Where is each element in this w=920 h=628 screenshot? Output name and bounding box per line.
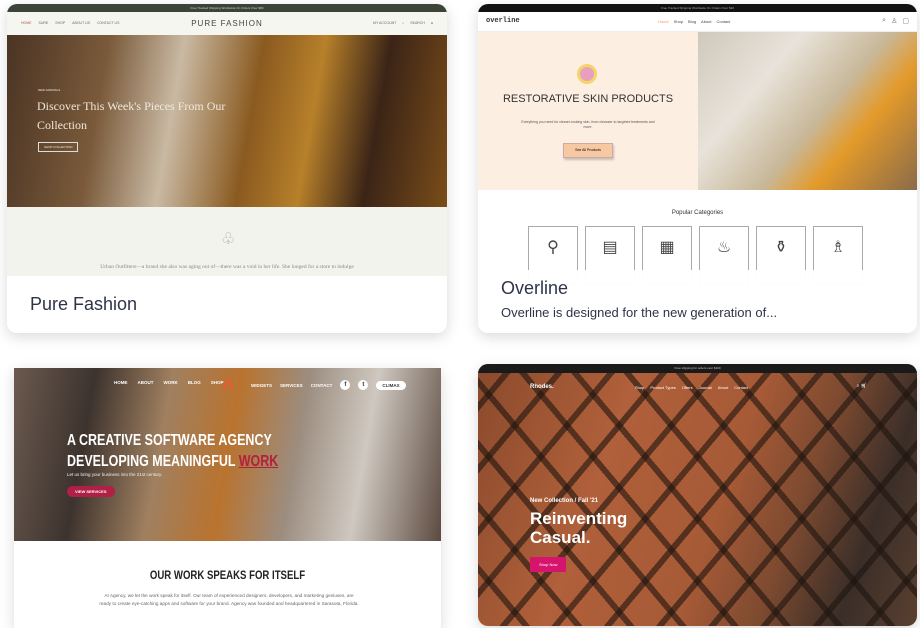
announcement-bar: Free Tracked Shipping Worldwide On Order… bbox=[7, 4, 447, 12]
preview-nav: HOME SURE SHOP ABOUT US CONTACT US PURE FASH… bbox=[7, 12, 447, 35]
card-footer: Pure Fashion bbox=[7, 276, 447, 333]
hero-headline: RESTORATIVE SKIN PRODUCTS bbox=[502, 93, 674, 105]
nav-item: SEARCH bbox=[410, 21, 425, 25]
hero-image: NEW ARRIVALS Discover This Week's Pieces… bbox=[7, 35, 447, 207]
card-title[interactable]: Overline bbox=[501, 278, 568, 299]
hero-headline: A CREATIVE SOFTWARE AGENCY DEVELOPING MEA… bbox=[67, 430, 278, 472]
nav-item: WORK bbox=[163, 380, 178, 385]
hero-headline: Reinventing Casual. bbox=[530, 509, 628, 547]
nav-item: About bbox=[717, 385, 729, 390]
headline-line: A CREATIVE SOFTWARE AGENCY bbox=[67, 432, 272, 449]
announcement-bar: Free shipping for orders over $100 bbox=[478, 364, 917, 373]
categories-title: Popular Categories bbox=[671, 210, 724, 216]
logo: Rhodes. bbox=[530, 384, 554, 390]
hero-panel: RESTORATIVE SKIN PRODUCTS Everything you… bbox=[478, 32, 698, 190]
preview-nav: overline Home Shop Blog About Contact ⌕ ♙ ▢ bbox=[478, 12, 917, 32]
nav-item: SERVICES bbox=[280, 382, 303, 388]
nav-pill: CLIMAX bbox=[376, 380, 406, 390]
facebook-icon: f bbox=[340, 380, 351, 390]
quote: Urban Outfitters—a brand she also was ag… bbox=[100, 264, 354, 270]
see-products-button: See All Products bbox=[563, 143, 613, 158]
nav-item: BLOG bbox=[187, 380, 201, 385]
nav-item: Shop bbox=[635, 385, 645, 390]
hero-image bbox=[698, 32, 917, 190]
hero-headline: Discover This Week's Pieces From Our Col… bbox=[37, 99, 226, 132]
nav-item: Offers bbox=[681, 385, 693, 390]
cart-icon: ● bbox=[430, 21, 433, 25]
twitter-icon: t bbox=[358, 380, 369, 390]
shop-now-button: Shop Now bbox=[530, 557, 567, 572]
hero-tag: NEW ARRIVALS bbox=[38, 88, 61, 92]
search-icon: ⌕ bbox=[882, 17, 887, 24]
nav-item: CONTACT bbox=[310, 382, 333, 388]
nav-item: ABOUT bbox=[137, 380, 154, 385]
card-footer: Overline Overline is designed for the ne… bbox=[478, 270, 917, 333]
cart-icon: ▢ bbox=[902, 18, 909, 25]
hero-tag: New Collection / Fall '21 bbox=[530, 498, 599, 504]
user-icon: ♙ bbox=[891, 18, 898, 25]
nav-item: Shop bbox=[673, 19, 684, 24]
fence-overlay bbox=[478, 364, 917, 626]
nav-item: MY ACCOUNT bbox=[373, 21, 397, 25]
theme-card-rhodes[interactable]: Free shipping for orders over $100 Rhode… bbox=[478, 364, 917, 626]
agency-logo-icon: Λ bbox=[222, 375, 235, 395]
hero-image: HOME ABOUT WORK BLOG SHOP Λ WIDGETS SERVICES C… bbox=[14, 368, 441, 541]
logo: overline bbox=[486, 17, 520, 25]
card-description: Overline is designed for the new generat… bbox=[501, 305, 778, 320]
logo-mark-icon: ♧ bbox=[221, 231, 236, 248]
hero-subtext: Let us bring your business into the 21st… bbox=[67, 472, 163, 477]
section-text: At Agency, we let the work speak for its… bbox=[99, 593, 359, 606]
badge-icon bbox=[577, 64, 597, 84]
hero-subtext: Everything you need for clearer-looking … bbox=[521, 120, 655, 129]
headline-accent: WORK bbox=[238, 453, 279, 470]
theme-card-overline[interactable]: Free Tracked Shipping Worldwide On Order… bbox=[478, 4, 917, 333]
section-title: OUR WORK SPEAKS FOR ITSELF bbox=[149, 568, 306, 582]
nav-item: WIDGETS bbox=[251, 382, 272, 388]
nav-item: About bbox=[701, 19, 712, 24]
nav-item: HOME bbox=[114, 380, 128, 385]
card-title[interactable]: Pure Fashion bbox=[30, 294, 137, 315]
theme-card-pure-fashion[interactable]: Free Tracked Shipping Worldwide On Order… bbox=[7, 4, 447, 333]
header-icons: ⌕ 🛒︎ bbox=[856, 383, 867, 389]
nav-item: Product Types bbox=[650, 385, 676, 390]
headline-line: DEVELOPING MEANINGFUL bbox=[67, 453, 236, 470]
preview-nav-right: WIDGETS SERVICES CONTACT f t CLIMAX bbox=[251, 380, 406, 390]
search-icon: ⌕ bbox=[856, 383, 860, 389]
search-icon: ⌕ bbox=[402, 21, 405, 25]
preview-nav-left: HOME ABOUT WORK BLOG SHOP bbox=[114, 380, 224, 385]
announcement-bar: Free Tracked Shipping Worldwide On Order… bbox=[478, 4, 917, 12]
theme-card-agency[interactable]: HOME ABOUT WORK BLOG SHOP Λ WIDGETS SERVICES C… bbox=[14, 368, 441, 628]
shop-button: SHOP COLLECTION bbox=[38, 142, 79, 152]
nav-item: Journal bbox=[698, 385, 712, 390]
view-services-button: VIEW SERVICES bbox=[67, 486, 115, 497]
nav-item: Contact bbox=[734, 385, 749, 390]
nav-item: Contact bbox=[716, 19, 731, 24]
nav-item: Blog bbox=[688, 19, 697, 24]
cart-icon: 🛒︎ bbox=[860, 383, 867, 389]
nav-item: Home bbox=[658, 19, 669, 24]
preview-nav: Shop Product Types Offers Journal About Conta… bbox=[635, 385, 748, 390]
